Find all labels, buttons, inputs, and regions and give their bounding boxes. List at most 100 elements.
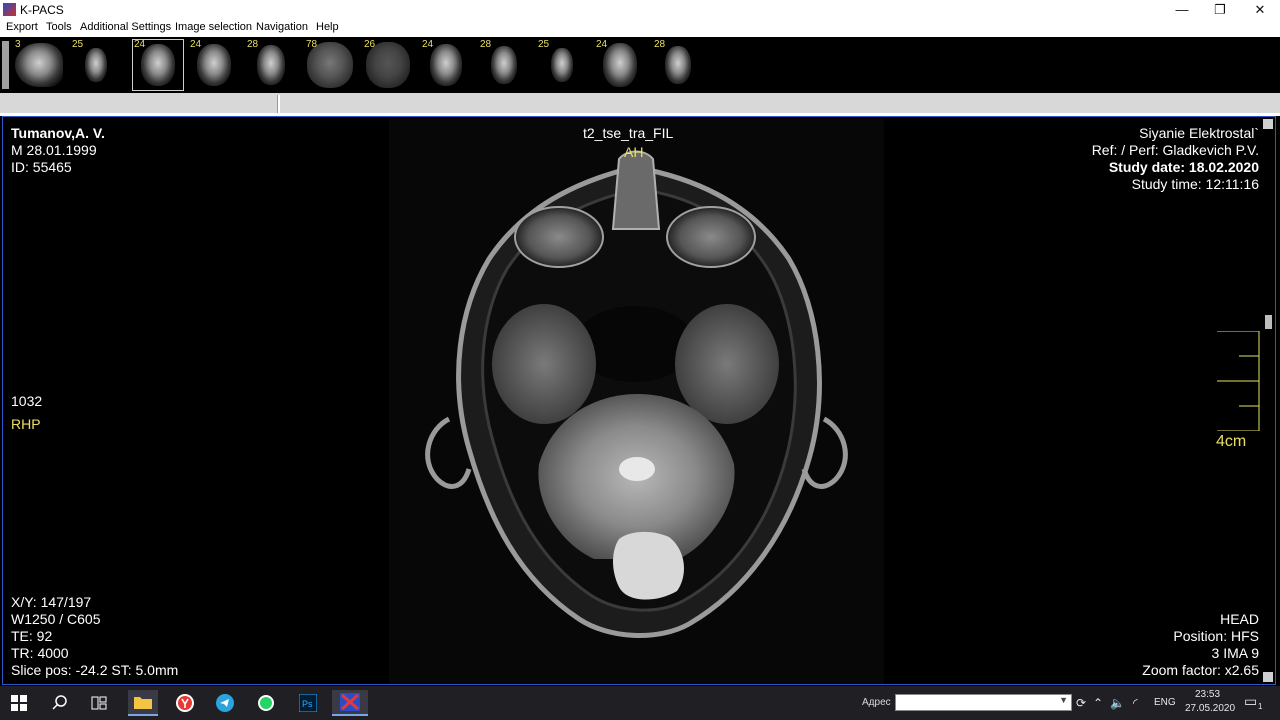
study-date: Study date: 18.02.2020 — [1108, 159, 1259, 175]
mri-axial-head-image — [425, 150, 848, 638]
search-button[interactable] — [45, 690, 75, 716]
echo-time: TE: 92 — [11, 628, 53, 644]
patient-sex-dob: M 28.01.1999 — [11, 142, 97, 158]
ref-perf-physician: Ref: / Perf: Gladkevich P.V. — [1091, 142, 1259, 158]
notification-count: 1 — [1258, 702, 1263, 711]
windows-taskbar: Ps Адрес ▼ ⟳ ⌃ 🔈 ◜ ENG 23:53 27.05.2020 … — [0, 686, 1280, 720]
axial-preview-icon — [141, 44, 175, 86]
photoshop-icon: Ps — [299, 694, 317, 712]
scroll-up-button[interactable] — [1263, 119, 1273, 129]
sagittal-preview-icon — [15, 43, 63, 87]
wifi-icon[interactable]: ◜ — [1133, 696, 1138, 710]
svg-text:Ps: Ps — [302, 699, 313, 709]
series-thumbnail[interactable]: 28 — [245, 39, 297, 91]
image-count: 24 — [190, 39, 202, 50]
address-input[interactable]: ▼ — [895, 694, 1072, 711]
series-thumbnail[interactable]: 25 — [70, 39, 122, 91]
clock-time[interactable]: 23:53 — [1195, 689, 1220, 700]
minimize-button[interactable]: — — [1162, 0, 1202, 19]
menu-navigation[interactable]: Navigation — [256, 21, 308, 33]
axial-preview-icon — [430, 44, 462, 86]
series-thumbnail[interactable]: 24 — [594, 39, 646, 91]
scroll-thumb[interactable] — [1265, 315, 1272, 329]
image-count: 24 — [422, 39, 434, 50]
chevron-down-icon[interactable]: ▼ — [1059, 695, 1068, 705]
task-view-button[interactable] — [84, 690, 114, 716]
axial-preview-icon — [603, 43, 637, 87]
close-button[interactable]: ✕ — [1240, 0, 1280, 19]
image-count: 28 — [654, 39, 666, 50]
series-name: t2_tse_tra_FIL — [583, 125, 674, 141]
coronal-preview-icon — [85, 48, 107, 82]
series-thumbnail[interactable]: 3 — [13, 39, 65, 91]
patient-name: Tumanov,A. V. — [11, 125, 105, 141]
image-count: 24 — [596, 39, 608, 50]
image-count: 25 — [72, 39, 84, 50]
series-thumbnail[interactable]: 24 — [420, 39, 472, 91]
slice-position: Slice pos: -24.2 ST: 5.0mm — [11, 662, 179, 678]
k-pacs-taskbar-button[interactable] — [332, 690, 368, 716]
notification-icon[interactable]: ▭ — [1244, 693, 1257, 710]
image-count: 78 — [306, 39, 318, 50]
scale-label: 4cm — [1216, 433, 1247, 450]
task-view-icon — [91, 696, 107, 710]
menu-help[interactable]: Help — [316, 21, 339, 33]
axial-preview-icon — [665, 46, 691, 84]
strip-grip-handle[interactable] — [2, 41, 9, 89]
file-explorer-button[interactable] — [128, 690, 158, 716]
series-thumbnail-selected[interactable]: 24 — [132, 39, 184, 91]
series-thumbnail-strip: 3 25 24 24 28 78 26 24 28 25 24 28 — [0, 37, 1280, 93]
body-part: HEAD — [1220, 611, 1259, 627]
image-viewer[interactable]: Tumanov,A. V. M 28.01.1999 ID: 55465 t2_… — [2, 116, 1276, 685]
window-title: K-PACS — [20, 3, 64, 17]
mri-image[interactable] — [389, 119, 884, 684]
image-count: 24 — [134, 39, 146, 50]
series-thumbnail[interactable]: 26 — [362, 39, 414, 91]
axial-preview-icon — [197, 44, 231, 86]
scroll-down-button[interactable] — [1263, 672, 1273, 682]
whatsapp-button[interactable] — [251, 690, 281, 716]
volume-icon[interactable]: 🔈 — [1110, 696, 1125, 710]
scale-ruler — [1217, 331, 1260, 431]
chevron-up-icon[interactable]: ⌃ — [1093, 696, 1103, 710]
yandex-browser-button[interactable] — [170, 690, 200, 716]
series-thumbnail[interactable]: 28 — [652, 39, 704, 91]
image-count: 28 — [247, 39, 259, 50]
menu-export[interactable]: Export — [6, 21, 38, 33]
panel-splitter[interactable] — [277, 95, 280, 113]
language-indicator[interactable]: ENG — [1154, 697, 1176, 708]
cursor-xy: X/Y: 147/197 — [11, 594, 92, 610]
search-icon — [52, 695, 67, 710]
k-pacs-icon — [340, 693, 360, 711]
whatsapp-icon — [258, 695, 274, 711]
study-time: Study time: 12:11:16 — [1131, 176, 1259, 192]
windows-start-button[interactable] — [4, 690, 34, 716]
window-value: 1032 — [11, 393, 43, 409]
photoshop-button[interactable]: Ps — [293, 690, 323, 716]
image-count: 28 — [480, 39, 492, 50]
address-label: Адрес — [862, 697, 891, 708]
series-thumbnail[interactable]: 28 — [478, 39, 530, 91]
series-thumbnail[interactable]: 24 — [188, 39, 240, 91]
windows-logo-icon — [11, 695, 27, 711]
patient-position: Position: HFS — [1173, 628, 1259, 644]
series-thumbnail[interactable]: 25 — [536, 39, 588, 91]
axial-preview-icon — [257, 45, 285, 85]
repetition-time: TR: 4000 — [11, 645, 69, 661]
maximize-button[interactable]: ❐ — [1200, 0, 1240, 19]
axial-preview-icon — [491, 46, 517, 84]
vertical-scrollbar[interactable] — [1263, 119, 1273, 682]
image-count: 26 — [364, 39, 376, 50]
menu-tools[interactable]: Tools — [46, 21, 72, 33]
series-thumbnail[interactable]: 78 — [304, 39, 356, 91]
yandex-browser-icon — [176, 694, 194, 712]
menu-additional-settings[interactable]: Additional Settings — [80, 21, 171, 33]
institution-name: Siyanie Elektrostal` — [1139, 125, 1259, 141]
orientation-left-label: RHP — [11, 416, 41, 432]
k-pacs-app-icon — [3, 3, 16, 16]
menu-image-selection[interactable]: Image selection — [175, 21, 252, 33]
telegram-button[interactable] — [210, 690, 240, 716]
clock-date[interactable]: 27.05.2020 — [1185, 703, 1235, 714]
refresh-icon[interactable]: ⟳ — [1076, 696, 1086, 710]
folder-icon — [134, 697, 152, 709]
